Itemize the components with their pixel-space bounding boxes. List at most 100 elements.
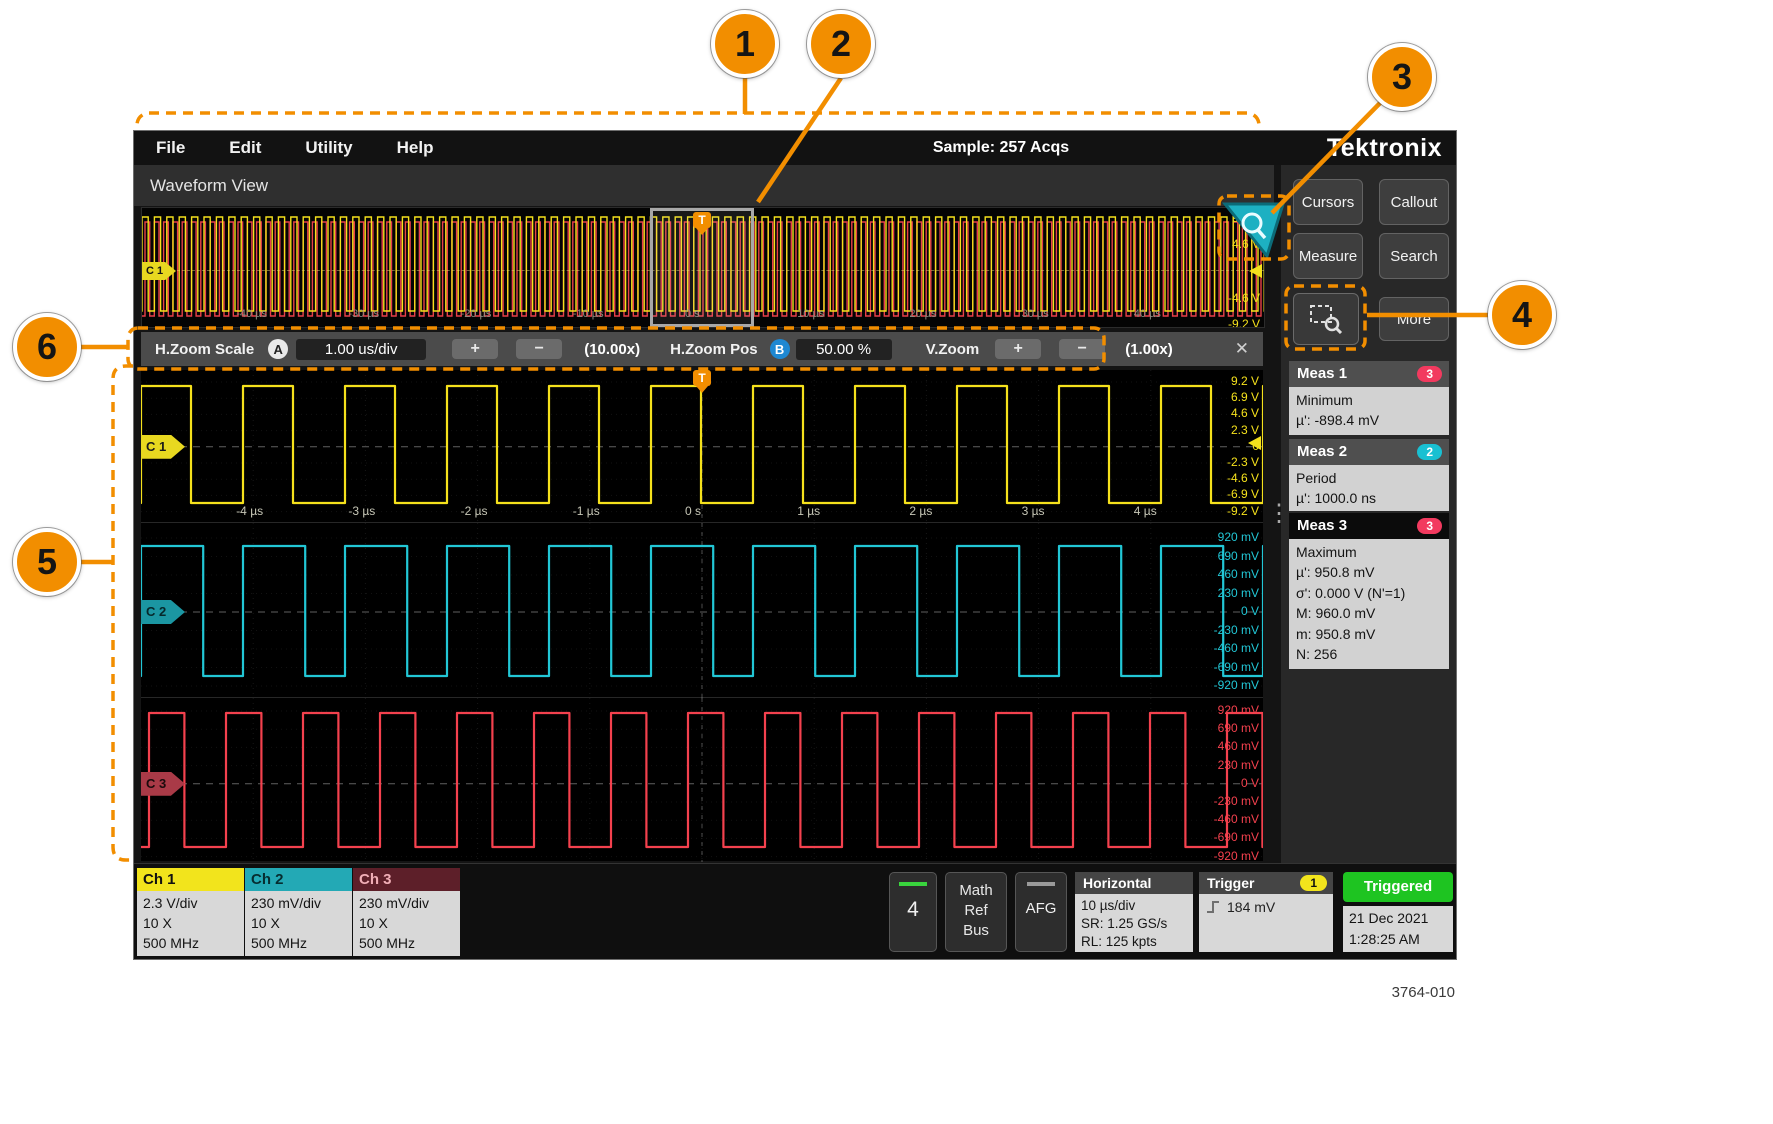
zoom-close-icon[interactable]: ✕	[1235, 339, 1249, 359]
math-ref-bus-line: Math	[946, 881, 1006, 901]
channel3-panel[interactable]: 920 mV690 mV460 mV230 mV0 V-230 mV-460 m…	[141, 697, 1263, 862]
meas-value-line: µ': 1000.0 ns	[1296, 488, 1442, 508]
meas-values: Maximumµ': 950.8 mVσ': 0.000 V (N'=1)M: …	[1289, 539, 1449, 669]
time-label: 0 s	[685, 504, 701, 518]
trigger-level-value: 184 mV	[1227, 898, 1275, 916]
time-label: -1 µs	[573, 504, 600, 518]
afg-color-line	[1027, 882, 1055, 886]
sidebar-button-measure[interactable]: Measure	[1293, 233, 1363, 279]
bottom-settings-bar: Ch 12.3 V/div10 X500 MHzCh 2230 mV/div10…	[134, 863, 1456, 959]
overview-trigger-level-arrow[interactable]	[1249, 264, 1262, 278]
zoom-overview-icon[interactable]	[1222, 201, 1286, 259]
channel1-scale-label: -4.6 V	[1227, 471, 1259, 485]
trigger-settings-panel[interactable]: Trigger 1 184 mV	[1199, 872, 1333, 952]
meas-title: Meas 22	[1289, 439, 1449, 465]
hzoom-scale-value[interactable]: 1.00 us/div	[296, 339, 426, 360]
vzoom-decrease-button[interactable]: −	[1059, 339, 1105, 359]
meas-value-line: Maximum	[1296, 542, 1442, 562]
channel-setting-line: 10 X	[359, 913, 454, 933]
hzoom-pos-value[interactable]: 50.00 %	[796, 339, 892, 360]
menu-items: File Edit Utility Help	[134, 131, 1456, 165]
channel-setting-line: 230 mV/div	[251, 893, 346, 913]
channel2-scale-label: 690 mV	[1218, 549, 1259, 563]
hzoom-factor: (10.00x)	[584, 341, 640, 358]
meas-values: Minimumµ': -898.4 mV	[1289, 387, 1449, 435]
acquisition-status: Sample: 257 Acqs	[876, 131, 1126, 165]
menu-item-file[interactable]: File	[156, 131, 185, 165]
channel-2-badge[interactable]: Ch 2230 mV/div10 X500 MHz	[245, 868, 352, 956]
vzoom-increase-button[interactable]: +	[995, 339, 1041, 359]
channel4-color-line	[899, 882, 927, 886]
figure: FileEditUtilityHelp Sample: 257 Acqs Tek…	[0, 0, 1773, 1124]
meas-panel-1[interactable]: Meas 13Minimumµ': -898.4 mV	[1289, 361, 1449, 435]
hzoom-scale-decrease-button[interactable]: −	[516, 339, 562, 359]
overview-scale-label: -9.2 V	[1228, 317, 1260, 328]
overview-time-label: -20 µs	[461, 308, 492, 320]
sidebar-button-more[interactable]: More	[1379, 297, 1449, 341]
triggered-indicator[interactable]: Triggered	[1343, 872, 1453, 902]
overview-scale-label: -4.6 V	[1228, 291, 1260, 305]
waveform-view-title: Waveform View	[150, 176, 268, 195]
callout-3: 3	[1368, 43, 1436, 111]
horizontal-value-line: 10 µs/div	[1081, 897, 1187, 915]
channel-setting-line: 10 X	[251, 913, 346, 933]
channel-setting-line: 500 MHz	[359, 933, 454, 953]
horizontal-settings-panel[interactable]: Horizontal 10 µs/divSR: 1.25 GS/sRL: 125…	[1075, 872, 1193, 952]
channel1-scale-label: -6.9 V	[1227, 487, 1259, 501]
channel4-label: 4	[890, 898, 936, 922]
sidebar-button-cursors[interactable]: Cursors	[1293, 179, 1363, 225]
menu-item-help[interactable]: Help	[397, 131, 434, 165]
zoom-toolbar: H.Zoom Scale A 1.00 us/div + − (10.00x) …	[141, 332, 1263, 366]
vzoom-factor: (1.00x)	[1125, 341, 1173, 358]
knob-b-badge: B	[770, 339, 790, 359]
menu-bar: FileEditUtilityHelp Sample: 257 Acqs Tek…	[134, 131, 1456, 165]
channel-1-name: Ch 1	[137, 868, 244, 891]
trigger-level-arrow[interactable]	[1248, 436, 1261, 450]
channel2-scale-label: -690 mV	[1214, 660, 1259, 674]
main-trigger-marker[interactable]: T	[693, 370, 711, 386]
math-ref-bus-line: Bus	[946, 921, 1006, 941]
channel3-scale-label: -460 mV	[1214, 812, 1259, 826]
meas-panel-3[interactable]: Meas 33Maximumµ': 950.8 mVσ': 0.000 V (N…	[1289, 513, 1449, 669]
channel1-scale-label: -2.3 V	[1227, 455, 1259, 469]
panel-splitter-handle[interactable]: ⋮	[1267, 499, 1291, 528]
channel2-scale-label: 460 mV	[1218, 567, 1259, 581]
waveform-overview[interactable]: T C 1 9.2 V4.6 V-4.6 V-9.2 V-40 µs-30 µs…	[141, 207, 1265, 328]
channel-setting-line: 2.3 V/div	[143, 893, 238, 913]
meas-panel-2[interactable]: Meas 22Periodµ': 1000.0 ns	[1289, 439, 1449, 511]
time-label: 4 µs	[1134, 504, 1157, 518]
channel-1-badge[interactable]: Ch 12.3 V/div10 X500 MHz	[137, 868, 244, 956]
overview-trigger-marker[interactable]: T	[693, 212, 711, 228]
waveform-view-tab[interactable]: Waveform View	[134, 165, 1274, 206]
channel-3-badge[interactable]: Ch 3230 mV/div10 X500 MHz	[353, 868, 460, 956]
callout-4: 4	[1488, 281, 1556, 349]
trigger-values: 184 mV	[1199, 894, 1333, 952]
channel-1-settings: 2.3 V/div10 X500 MHz	[137, 891, 244, 956]
datetime-panel: 21 Dec 2021 1:28:25 AM	[1343, 906, 1453, 952]
sidebar-button-callout[interactable]: Callout	[1379, 179, 1449, 225]
channel3-scale-label: -230 mV	[1214, 794, 1259, 808]
zoomed-waveform-area[interactable]: T 9.2 V6.9 V4.6 V2.3 V0-2.3 V-4.6 V-6.9 …	[141, 370, 1263, 861]
channel1-scale-label: 6.9 V	[1231, 390, 1259, 404]
hzoom-scale-increase-button[interactable]: +	[452, 339, 498, 359]
callout-1: 1	[711, 10, 779, 78]
zoom-mode-button[interactable]	[1293, 293, 1359, 345]
menu-item-utility[interactable]: Utility	[305, 131, 352, 165]
sidebar-button-search[interactable]: Search	[1379, 233, 1449, 279]
channel3-scale-label: 0 V	[1241, 776, 1259, 790]
overview-time-label: -10 µs	[573, 308, 604, 320]
math-ref-bus-line: Ref	[946, 901, 1006, 921]
meas-value-line: m: 950.8 mV	[1296, 624, 1442, 644]
math-ref-bus-button[interactable]: MathRefBus	[945, 872, 1007, 952]
trigger-title: Trigger	[1207, 875, 1254, 891]
menu-item-edit[interactable]: Edit	[229, 131, 261, 165]
zoom-area-icon	[1309, 304, 1343, 334]
channel4-button[interactable]: 4	[889, 872, 937, 952]
callout-2: 2	[807, 10, 875, 78]
afg-button[interactable]: AFG	[1015, 872, 1067, 952]
channel2-panel[interactable]: 920 mV690 mV460 mV230 mV0 V-230 mV-460 m…	[141, 522, 1263, 698]
channel1-panel[interactable]: T 9.2 V6.9 V4.6 V2.3 V0-2.3 V-4.6 V-6.9 …	[141, 370, 1263, 522]
afg-label: AFG	[1016, 900, 1066, 917]
channel1-scale-label: 9.2 V	[1231, 374, 1259, 388]
meas-title: Meas 33	[1289, 513, 1449, 539]
